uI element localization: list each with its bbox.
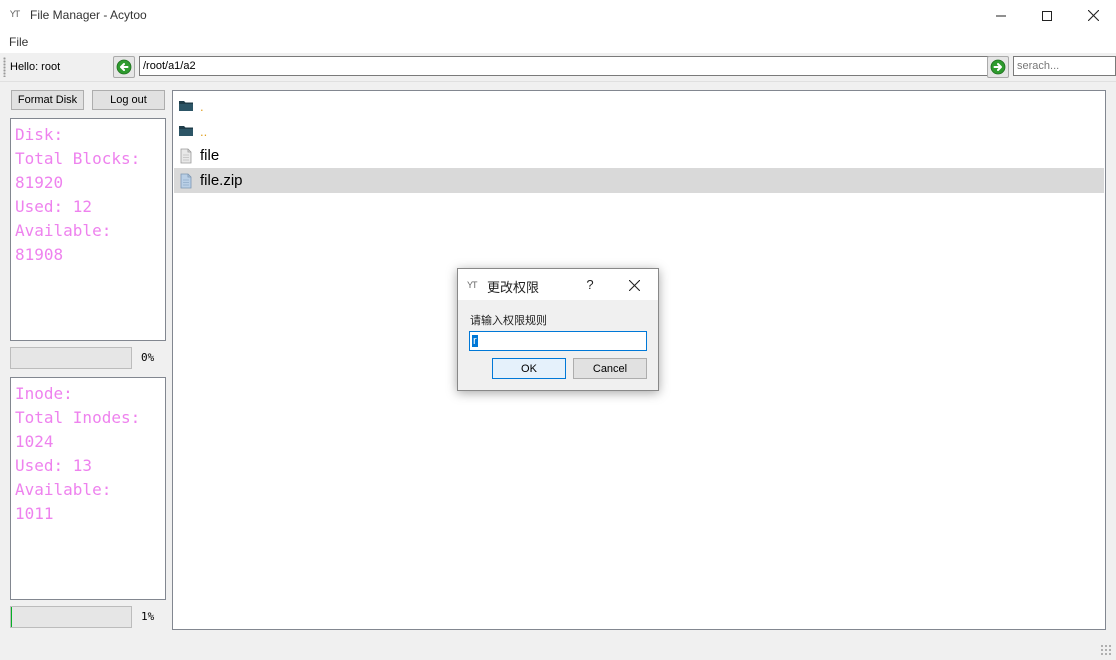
- disk-info-line: Used: 12: [15, 197, 93, 216]
- back-button[interactable]: [113, 56, 135, 78]
- close-button[interactable]: [1070, 0, 1116, 31]
- ok-button[interactable]: OK: [492, 358, 566, 379]
- inode-progress-bar: [10, 606, 132, 628]
- disk-info-line: Disk:: [15, 125, 64, 144]
- disk-progress-label: 0%: [141, 351, 155, 364]
- menu-bar: File: [0, 31, 1116, 53]
- change-permission-dialog: YT 更改权限 ? 请输入权限规则 r OK Cancel: [457, 268, 659, 391]
- file-row[interactable]: .: [174, 93, 1104, 118]
- disk-info-line: Available:: [15, 221, 112, 240]
- inode-info-box: Inode: Total Inodes: 1024 Used: 13 Avail…: [10, 377, 166, 600]
- window-title: File Manager - Acytoo: [30, 8, 147, 22]
- file-row[interactable]: file: [174, 143, 1104, 168]
- folder-icon: [179, 126, 193, 136]
- cancel-button[interactable]: Cancel: [573, 358, 647, 379]
- close-icon: [1087, 10, 1099, 21]
- minimize-button[interactable]: [978, 0, 1024, 31]
- disk-info-line: 81920: [15, 173, 64, 192]
- inode-progress-label: 1%: [141, 610, 155, 623]
- maximize-button[interactable]: [1024, 0, 1070, 31]
- logout-button[interactable]: Log out: [92, 90, 165, 110]
- file-row[interactable]: ..: [174, 118, 1104, 143]
- resize-grip[interactable]: [1100, 644, 1112, 656]
- disk-progress-bar: [10, 347, 132, 369]
- close-icon: [628, 279, 640, 291]
- title-bar: YT File Manager - Acytoo: [0, 0, 1116, 31]
- disk-info-box: Disk: Total Blocks: 81920 Used: 12 Avail…: [10, 118, 166, 341]
- file-name: .: [200, 99, 204, 114]
- folder-icon: [179, 101, 193, 111]
- disk-info-line: 81908: [15, 245, 64, 264]
- file-icon: [180, 148, 192, 164]
- go-button[interactable]: [987, 56, 1009, 78]
- minimize-icon: [996, 15, 1006, 16]
- dialog-app-icon: YT: [467, 280, 477, 290]
- toolbar-grip[interactable]: [3, 57, 6, 77]
- file-icon: [180, 173, 192, 189]
- maximize-icon: [1042, 10, 1052, 21]
- disk-info-line: Total Blocks:: [15, 149, 141, 168]
- status-bar: [0, 636, 1116, 660]
- search-input[interactable]: [1013, 56, 1116, 76]
- dialog-close-button[interactable]: [620, 274, 648, 296]
- file-name: file.zip: [200, 172, 243, 189]
- dialog-help-button[interactable]: ?: [580, 277, 600, 292]
- dialog-prompt-label: 请输入权限规则: [470, 314, 547, 327]
- file-name: file: [200, 147, 220, 164]
- file-name: ..: [200, 124, 208, 139]
- format-disk-button[interactable]: Format Disk: [11, 90, 84, 110]
- menu-file[interactable]: File: [9, 35, 28, 49]
- permission-input[interactable]: r: [469, 331, 647, 351]
- inode-info-line: Total Inodes:: [15, 408, 141, 427]
- permission-input-value: r: [472, 335, 478, 347]
- inode-info-line: Available:: [15, 480, 112, 499]
- inode-progress-fill: [11, 607, 13, 627]
- inode-info-line: 1024: [15, 432, 54, 451]
- dialog-title-bar: YT 更改权限 ?: [458, 269, 658, 300]
- file-row-selected[interactable]: file.zip: [174, 168, 1104, 193]
- inode-info-line: Used: 13: [15, 456, 93, 475]
- arrow-left-icon: [116, 59, 132, 75]
- dialog-title: 更改权限: [487, 281, 540, 296]
- inode-info-line: 1011: [15, 504, 54, 523]
- path-input[interactable]: [139, 56, 991, 76]
- hello-label: Hello: root: [10, 61, 61, 73]
- app-icon: YT: [10, 10, 20, 20]
- arrow-right-icon: [990, 59, 1006, 75]
- inode-info-line: Inode:: [15, 384, 73, 403]
